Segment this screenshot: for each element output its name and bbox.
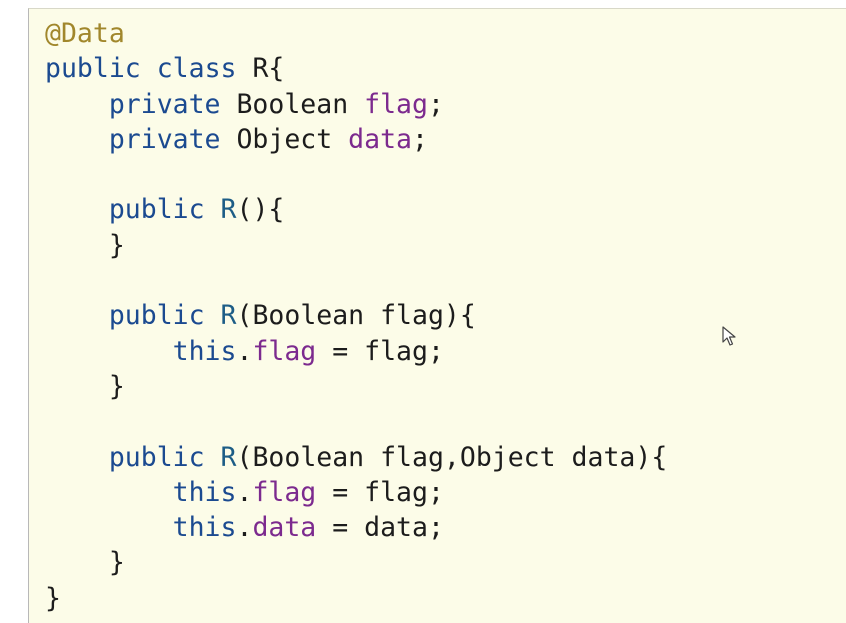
code-token-plain: (Boolean flag,Object data){ bbox=[236, 441, 668, 473]
mouse-pointer-icon bbox=[722, 326, 736, 346]
code-line: private Object data; bbox=[45, 122, 667, 157]
code-token-field: data bbox=[348, 123, 412, 155]
code-token-plain: . bbox=[236, 335, 253, 367]
code-line: } bbox=[45, 369, 667, 404]
code-token-keyword: private bbox=[108, 88, 221, 120]
code-token-field: data bbox=[252, 512, 317, 544]
code-block: @Data public class R{ private Boolean fla… bbox=[45, 16, 667, 616]
code-token-keyword: this bbox=[172, 512, 237, 544]
code-token-plain: . bbox=[236, 512, 253, 544]
code-token-plain: . bbox=[236, 476, 253, 508]
code-token-plain: } bbox=[45, 547, 125, 579]
screen: @Data public class R{ private Boolean fla… bbox=[0, 0, 846, 623]
code-token-plain: (Boolean flag){ bbox=[236, 300, 476, 332]
code-token-plain: } bbox=[45, 582, 61, 614]
code-token-keyword: this bbox=[172, 476, 237, 508]
code-line: @Data bbox=[45, 16, 667, 51]
code-line: } bbox=[45, 545, 667, 580]
code-token-keyword: public bbox=[108, 300, 205, 332]
code-token-keyword: public bbox=[108, 441, 205, 473]
code-token-plain: R{ bbox=[236, 53, 285, 85]
code-token-method: R bbox=[220, 300, 237, 332]
code-token-plain: = data; bbox=[316, 512, 444, 544]
code-line: private Boolean flag; bbox=[45, 87, 667, 122]
code-line: public R(){ bbox=[45, 192, 667, 227]
code-token-keyword: class bbox=[156, 53, 237, 85]
code-token-plain: ; bbox=[427, 88, 444, 120]
code-line: public R(Boolean flag){ bbox=[45, 298, 667, 333]
code-panel: @Data public class R{ private Boolean fla… bbox=[28, 8, 846, 623]
code-token-plain: Object bbox=[220, 123, 349, 155]
code-token-plain: = flag; bbox=[316, 335, 444, 367]
code-token-plain: ; bbox=[411, 123, 428, 155]
code-line: this.flag = flag; bbox=[45, 334, 667, 369]
code-token-field: flag bbox=[252, 476, 317, 508]
code-line: } bbox=[45, 581, 667, 616]
code-token-method: R bbox=[220, 194, 237, 226]
code-token-plain: } bbox=[45, 370, 125, 402]
code-token-field: flag bbox=[364, 88, 428, 120]
code-token-keyword: private bbox=[108, 123, 221, 155]
code-line: this.flag = flag; bbox=[45, 475, 667, 510]
code-line: public R(Boolean flag,Object data){ bbox=[45, 440, 667, 475]
code-token-keyword: this bbox=[172, 335, 237, 367]
code-token-plain: = flag; bbox=[316, 476, 444, 508]
code-line: public class R{ bbox=[45, 51, 667, 86]
code-token-plain: } bbox=[45, 229, 125, 261]
code-token-field: flag bbox=[252, 335, 317, 367]
code-token-keyword: public bbox=[108, 194, 205, 226]
code-token-method: R bbox=[220, 441, 237, 473]
code-token-plain: (){ bbox=[236, 194, 285, 226]
code-token-annotation: @Data bbox=[45, 18, 125, 49]
code-line: this.data = data; bbox=[45, 510, 667, 545]
code-line: } bbox=[45, 228, 667, 263]
code-token-plain: Boolean bbox=[220, 88, 365, 120]
code-token-keyword: public bbox=[45, 53, 141, 85]
